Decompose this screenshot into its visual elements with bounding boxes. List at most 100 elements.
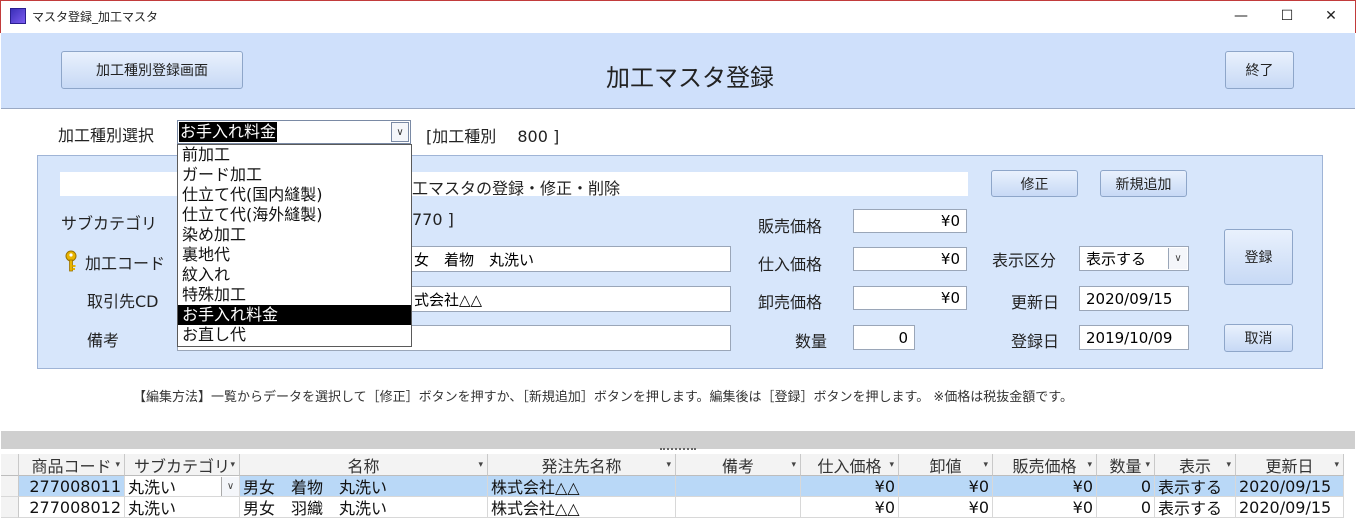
sale-price-label: 販売価格 [758,217,823,236]
dropdown-option[interactable]: お直し代 [178,325,411,345]
cell-wholesale[interactable]: ¥0 [899,497,993,518]
wholesale-price-field[interactable]: ¥0 [853,286,967,310]
splitter[interactable] [1,431,1355,449]
subcategory-label: サブカテゴリ [61,214,158,233]
col-header[interactable]: 更新日 ▾ [1236,454,1344,476]
chevron-down-icon[interactable]: ∨ [221,477,239,496]
cell-quantity[interactable]: 0 [1097,476,1155,497]
cancel-button[interactable]: 取消 [1224,324,1293,352]
col-header[interactable]: 数量 ▾ [1097,454,1155,476]
key-icon [64,250,78,272]
cell-wholesale[interactable]: ¥0 [899,476,993,497]
row-selector[interactable] [1,476,19,497]
cell-name[interactable]: 男女 着物 丸洗い [240,476,488,497]
cell-display[interactable]: 表示する [1155,497,1236,518]
col-header-label: 数量 [1109,456,1142,476]
col-header-label: 仕入価格 [817,456,882,476]
col-header[interactable]: 表示 ▾ [1155,454,1236,476]
cell-supplier[interactable]: 株式会社△△ [488,497,676,518]
cell-code[interactable]: 277008011 [19,476,125,497]
cell-memo[interactable] [676,497,801,518]
code-label: 加工コード [85,254,166,273]
cell-memo[interactable] [676,476,801,497]
col-header[interactable]: 発注先名称 ▾ [488,454,676,476]
cell-sale-price[interactable]: ¥0 [993,497,1097,518]
section-title: 工マスタの登録・修正・削除 [412,179,621,198]
dropdown-option[interactable]: 特殊加工 [178,285,411,305]
col-header-label: 卸値 [929,456,962,476]
type-select-label: 加工種別選択 [58,126,155,145]
col-header[interactable]: サブカテゴリ ▾ [125,454,240,476]
memo-label: 備考 [87,331,120,350]
title-bar [0,0,1356,33]
col-header[interactable]: 商品コード ▾ [19,454,125,476]
type-select-combo[interactable]: お手入れ料金 ∨ [177,120,411,144]
select-all-corner[interactable] [1,454,19,476]
col-header[interactable]: 卸値 ▾ [899,454,993,476]
cell-subcategory-value: 丸洗い [128,478,177,497]
col-header[interactable]: 名称 ▾ [240,454,488,476]
type-code-text: [加工種別 800 ] [426,127,560,146]
dropdown-option[interactable]: 染め加工 [178,225,411,245]
col-header-label: 販売価格 [1012,456,1077,476]
dropdown-option[interactable]: 前加工 [178,145,411,165]
registered-field: 2019/10/09 [1079,325,1189,350]
chevron-down-icon[interactable]: ∨ [1168,248,1187,269]
type-select-value: お手入れ料金 [179,122,278,142]
dropdown-option[interactable]: 裏地代 [178,245,411,265]
cell-purchase-price[interactable]: ¥0 [801,476,899,497]
type-registration-button[interactable]: 加工種別登録画面 [61,51,243,89]
col-header[interactable]: 備考 ▾ [676,454,801,476]
quantity-field[interactable]: 0 [853,325,915,350]
cell-sale-price[interactable]: ¥0 [993,476,1097,497]
registered-label: 登録日 [1011,332,1060,351]
register-button[interactable]: 登録 [1224,229,1293,285]
col-header-label: 備考 [721,456,754,476]
purchase-price-label: 仕入価格 [758,255,823,274]
col-header-label: 発注先名称 [541,456,622,476]
updated-label: 更新日 [1011,293,1060,312]
cell-code[interactable]: 277008012 [19,497,125,518]
cell-supplier[interactable]: 株式会社△△ [488,476,676,497]
edit-button[interactable]: 修正 [991,170,1078,197]
dropdown-option[interactable]: 仕立て代(国内縫製) [178,185,411,205]
supplier-label: 取引先CD [87,292,159,311]
window-title: マスタ登録_加工マスタ [32,10,159,24]
new-button[interactable]: 新規追加 [1100,170,1187,197]
page-title: 加工マスタ登録 [606,64,774,92]
maximize-button[interactable]: ☐ [1264,0,1310,32]
purchase-price-field[interactable]: ¥0 [853,247,967,271]
cell-name[interactable]: 男女 羽織 丸洗い [240,497,488,518]
sale-price-field[interactable]: ¥0 [853,209,967,233]
col-header-label: サブカテゴリ [133,456,230,476]
display-select-value: 表示する [1086,250,1147,268]
cell-updated[interactable]: 2020/09/15 [1236,476,1344,497]
cell-display[interactable]: 表示する [1155,476,1236,497]
col-header[interactable]: 販売価格 ▾ [993,454,1097,476]
cell-subcategory[interactable]: 丸洗い [125,497,240,518]
quantity-label: 数量 [795,332,828,351]
app-icon [10,8,26,24]
col-header-label: 表示 [1178,456,1211,476]
exit-button[interactable]: 終了 [1225,51,1294,89]
cell-purchase-price[interactable]: ¥0 [801,497,899,518]
wholesale-price-label: 卸売価格 [758,293,823,312]
col-header-label: 名称 [347,456,380,476]
cell-updated[interactable]: 2020/09/15 [1236,497,1344,518]
col-header[interactable]: 仕入価格 ▾ [801,454,899,476]
col-header-label: 更新日 [1265,456,1314,476]
dropdown-option-selected[interactable]: お手入れ料金 [178,305,411,325]
dropdown-option[interactable]: ガード加工 [178,165,411,185]
dropdown-option[interactable]: 仕立て代(海外縫製) [178,205,411,225]
close-button[interactable]: ✕ [1308,0,1354,32]
cell-quantity[interactable]: 0 [1097,497,1155,518]
dropdown-option[interactable]: 紋入れ [178,265,411,285]
row-selector[interactable] [1,497,19,518]
minimize-button[interactable]: — [1218,0,1264,32]
chevron-down-icon[interactable]: ∨ [391,122,409,142]
updated-field: 2020/09/15 [1079,286,1189,311]
instructions-text: 【編集方法】一覧からデータを選択して［修正］ボタンを押すか、［新規追加］ボタンを… [133,390,1073,405]
subcategory-value: 770 ] [412,210,454,229]
display-label: 表示区分 [992,251,1057,270]
type-dropdown-list: 前加工 ガード加工 仕立て代(国内縫製) 仕立て代(海外縫製) 染め加工 裏地代… [177,144,412,347]
